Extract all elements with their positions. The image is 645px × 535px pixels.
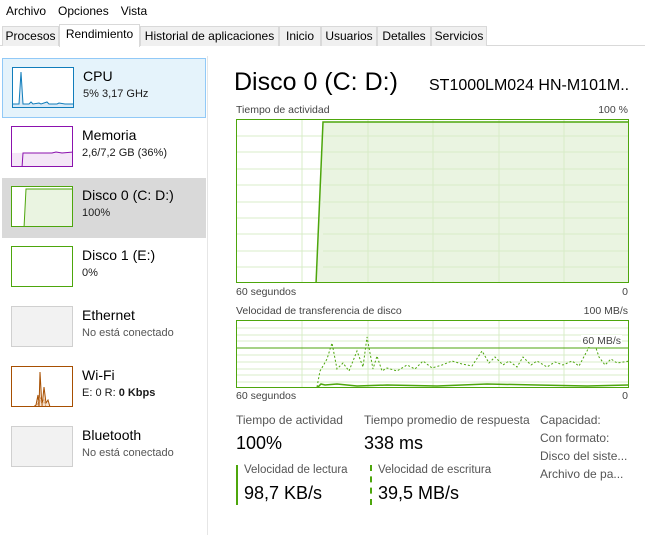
sidebar-item-name: Ethernet [82, 307, 135, 323]
read-stat-value: 98,7 KB/s [244, 483, 323, 503]
sidebar-item-sub: 100% [82, 207, 111, 219]
bluetooth-thumbnail-graph [11, 426, 73, 467]
sidebar-item-bluetooth[interactable]: Bluetooth No está conectado [2, 418, 206, 478]
disk-detail-panel: Disco 0 (C: D:) ST1000LM024 HN-M101M... … [210, 56, 645, 535]
tab-detalles[interactable]: Detalles [377, 26, 431, 46]
property-capacity: Capacidad: [540, 413, 601, 427]
tab-bar: Procesos Rendimiento Historial de aplica… [0, 24, 645, 47]
tab-historial[interactable]: Historial de aplicaciones [140, 26, 279, 46]
tab-servicios[interactable]: Servicios [431, 26, 487, 46]
ethernet-thumbnail-graph [11, 306, 73, 347]
sidebar-item-name: Wi-Fi [82, 367, 115, 383]
disk-model: ST1000LM024 HN-M101M... [429, 77, 629, 94]
sidebar-item-sub: 2,6/7,2 GB (36%) [82, 147, 167, 159]
write-stat-label: Velocidad de escritura [378, 464, 492, 476]
menu-opciones[interactable]: Opciones [54, 4, 113, 18]
wifi-thumbnail-graph [11, 366, 73, 407]
transfer-chart-max-label: 100 MB/s [583, 305, 628, 317]
menu-bar: Archivo Opciones Vista [0, 0, 645, 21]
menu-archivo[interactable]: Archivo [2, 4, 50, 18]
sidebar-item-name: CPU [83, 68, 113, 84]
sidebar-item-sub: 5% 3,17 GHz [83, 88, 149, 100]
resource-sidebar: CPU 5% 3,17 GHz Memoria 2,6/7,2 GB (36%)… [0, 56, 208, 535]
write-stat-value: 39,5 MB/s [378, 483, 460, 503]
tab-usuarios[interactable]: Usuarios [321, 26, 377, 46]
wifi-sub-prefix: E: 0 R: [82, 387, 119, 399]
read-stat-label: Velocidad de lectura [244, 464, 348, 476]
tab-rendimiento[interactable]: Rendimiento [59, 24, 140, 47]
read-speed-indicator [236, 465, 238, 505]
transfer-chart-label: Velocidad de transferencia de disco [236, 305, 402, 317]
property-page-file: Archivo de pa... [540, 467, 624, 481]
write-speed-indicator [370, 465, 372, 505]
tab-inicio[interactable]: Inicio [279, 26, 321, 46]
wifi-sub-value: 0 Kbps [118, 387, 156, 399]
activity-chart-min-label: 0 [622, 286, 628, 298]
tab-procesos[interactable]: Procesos [2, 26, 59, 46]
activity-chart-label: Tiempo de actividad [236, 104, 330, 116]
sidebar-item-sub: 0% [82, 267, 98, 279]
transfer-chart-mark-label: 60 MB/s [581, 335, 622, 347]
sidebar-item-name: Memoria [82, 127, 137, 143]
property-formatted: Con formato: [540, 431, 610, 445]
activity-chart [236, 119, 629, 283]
page-title: Disco 0 (C: D:) [234, 68, 398, 96]
disk1-thumbnail-graph [11, 246, 73, 287]
transfer-chart: 60 MB/s [236, 320, 629, 388]
disk0-thumbnail-graph [11, 186, 73, 227]
response-stat-label: Tiempo promedio de respuesta [364, 413, 530, 427]
response-stat-value: 338 ms [364, 433, 424, 453]
memory-thumbnail-graph [11, 126, 73, 167]
sidebar-item-ethernet[interactable]: Ethernet No está conectado [2, 298, 206, 358]
cpu-thumbnail-graph [12, 67, 74, 108]
sidebar-item-memoria[interactable]: Memoria 2,6/7,2 GB (36%) [2, 118, 206, 178]
sidebar-item-name: Disco 0 (C: D:) [82, 187, 174, 203]
sidebar-item-sub: No está conectado [82, 447, 174, 459]
sidebar-item-sub: E: 0 R: 0 Kbps [82, 387, 155, 399]
activity-stat-label: Tiempo de actividad [236, 413, 343, 427]
sidebar-item-sub: No está conectado [82, 327, 174, 339]
sidebar-item-disco-0[interactable]: Disco 0 (C: D:) 100% [2, 178, 206, 238]
property-system-disk: Disco del siste... [540, 449, 628, 463]
menu-vista[interactable]: Vista [117, 4, 151, 18]
transfer-chart-time-label: 60 segundos [236, 390, 297, 402]
sidebar-item-name: Bluetooth [82, 427, 142, 443]
activity-chart-max-label: 100 % [598, 104, 628, 116]
transfer-chart-min-label: 0 [622, 390, 628, 402]
sidebar-item-cpu[interactable]: CPU 5% 3,17 GHz [2, 58, 206, 118]
activity-chart-time-label: 60 segundos [236, 286, 297, 298]
activity-stat-value: 100% [236, 433, 283, 453]
sidebar-item-wifi[interactable]: Wi-Fi E: 0 R: 0 Kbps [2, 358, 206, 418]
sidebar-item-disco-1[interactable]: Disco 1 (E:) 0% [2, 238, 206, 298]
sidebar-item-name: Disco 1 (E:) [82, 247, 156, 263]
